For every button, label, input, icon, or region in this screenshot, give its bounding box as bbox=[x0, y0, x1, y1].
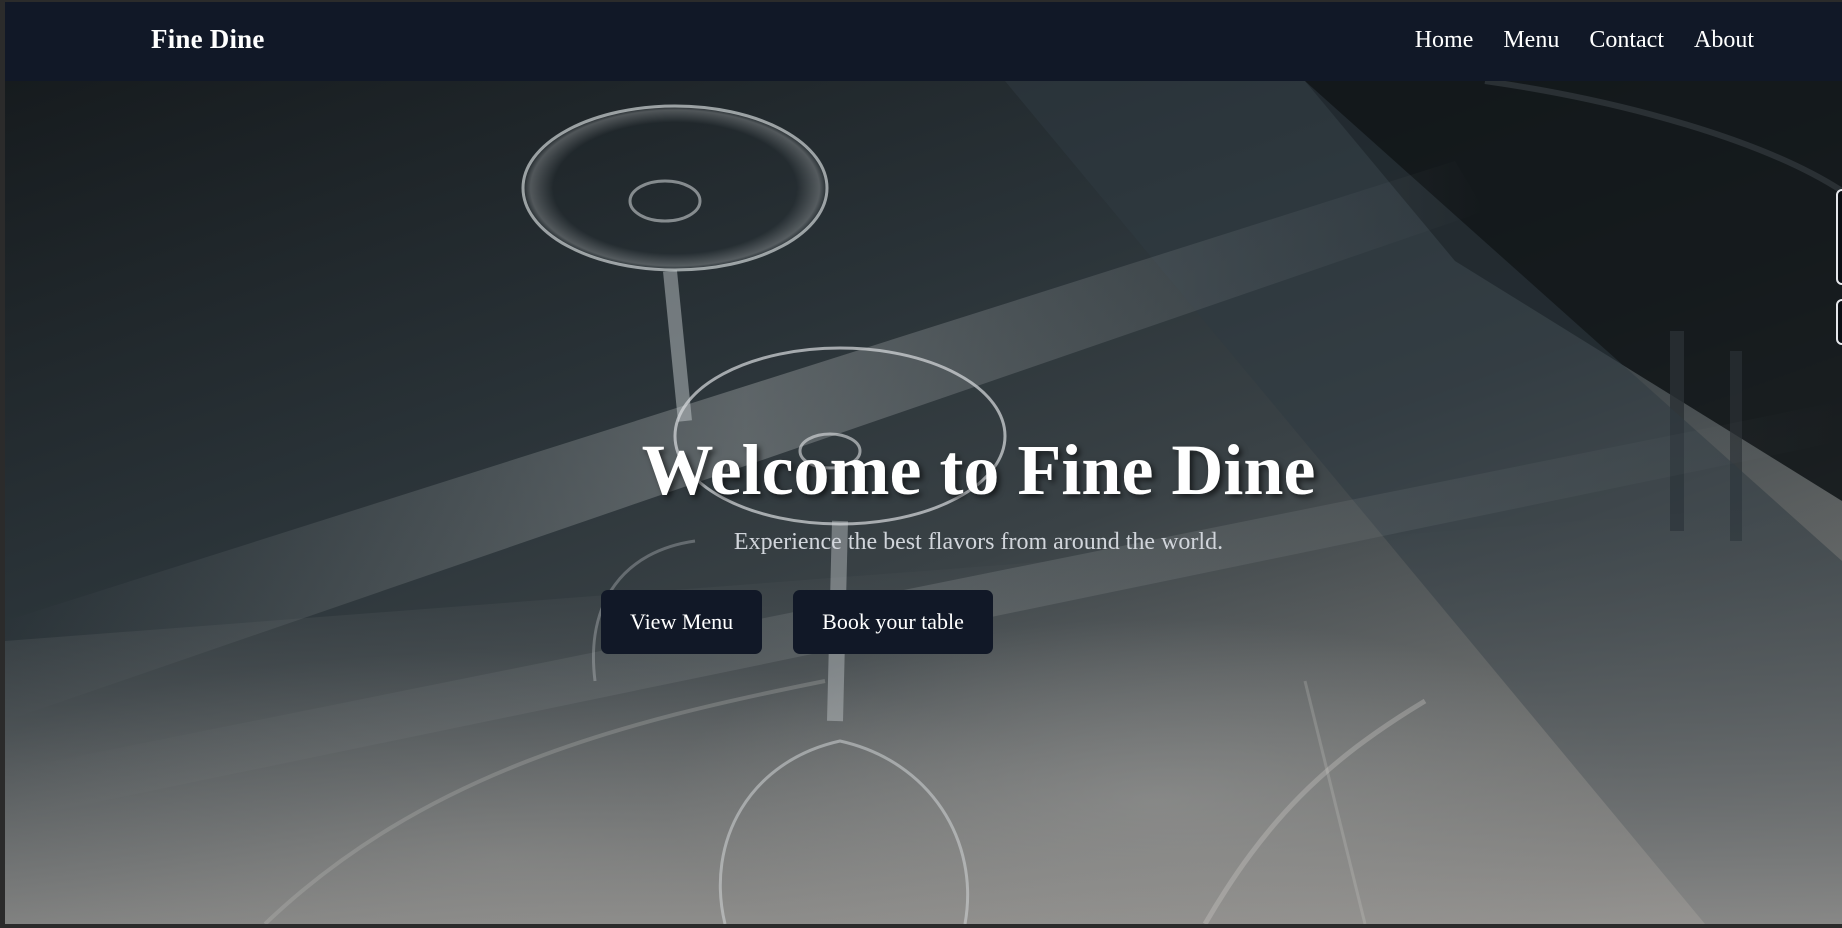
hero-content: Welcome to Fine Dine Experience the best… bbox=[5, 81, 1842, 924]
page: Fine Dine Home Menu Contact About Welcom… bbox=[5, 2, 1842, 924]
brand-logo[interactable]: Fine Dine bbox=[151, 24, 265, 55]
nav-link-contact[interactable]: Contact bbox=[1589, 27, 1664, 54]
nav-link-home[interactable]: Home bbox=[1415, 27, 1474, 54]
view-menu-button[interactable]: View Menu bbox=[601, 590, 763, 654]
book-table-button[interactable]: Book your table bbox=[793, 590, 993, 654]
hero-section: Welcome to Fine Dine Experience the best… bbox=[5, 81, 1842, 924]
edge-widget-bottom[interactable] bbox=[1836, 299, 1842, 345]
navbar: Fine Dine Home Menu Contact About bbox=[5, 2, 1842, 81]
hero-title: Welcome to Fine Dine bbox=[641, 430, 1316, 510]
nav-link-about[interactable]: About bbox=[1694, 27, 1754, 54]
nav-links: Home Menu Contact About bbox=[1415, 27, 1754, 54]
hero-subtitle: Experience the best flavors from around … bbox=[733, 529, 1224, 555]
edge-widget-top[interactable] bbox=[1836, 189, 1842, 285]
nav-link-menu[interactable]: Menu bbox=[1503, 27, 1559, 54]
hero-buttons: View Menu Book your table bbox=[601, 590, 993, 654]
